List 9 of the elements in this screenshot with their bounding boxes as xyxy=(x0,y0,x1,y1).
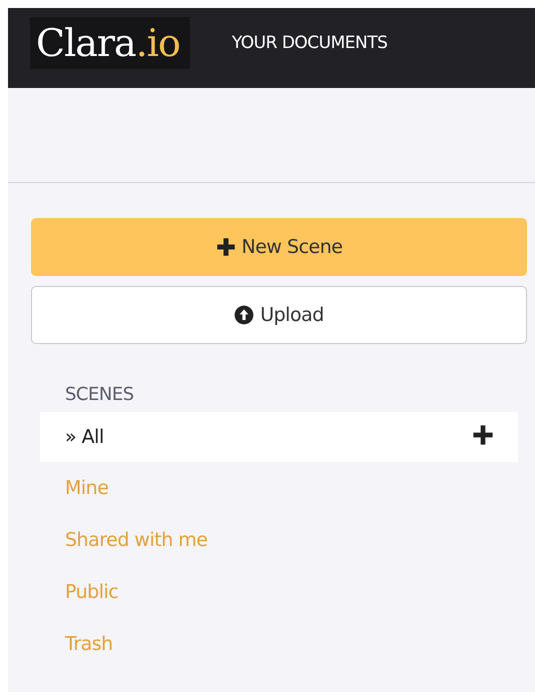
scene-filter-item[interactable]: » All xyxy=(40,412,518,462)
plus-icon xyxy=(216,237,236,257)
new-scene-button[interactable]: New Scene xyxy=(31,218,527,276)
logo[interactable]: Clara.io xyxy=(30,17,190,69)
upload-icon xyxy=(234,305,254,325)
add-icon[interactable] xyxy=(472,424,494,446)
section-heading: SCENES xyxy=(64,384,135,407)
nav-link[interactable]: YOUR DOCUMENTS xyxy=(232,33,388,53)
upload-button[interactable]: Upload xyxy=(31,286,527,344)
